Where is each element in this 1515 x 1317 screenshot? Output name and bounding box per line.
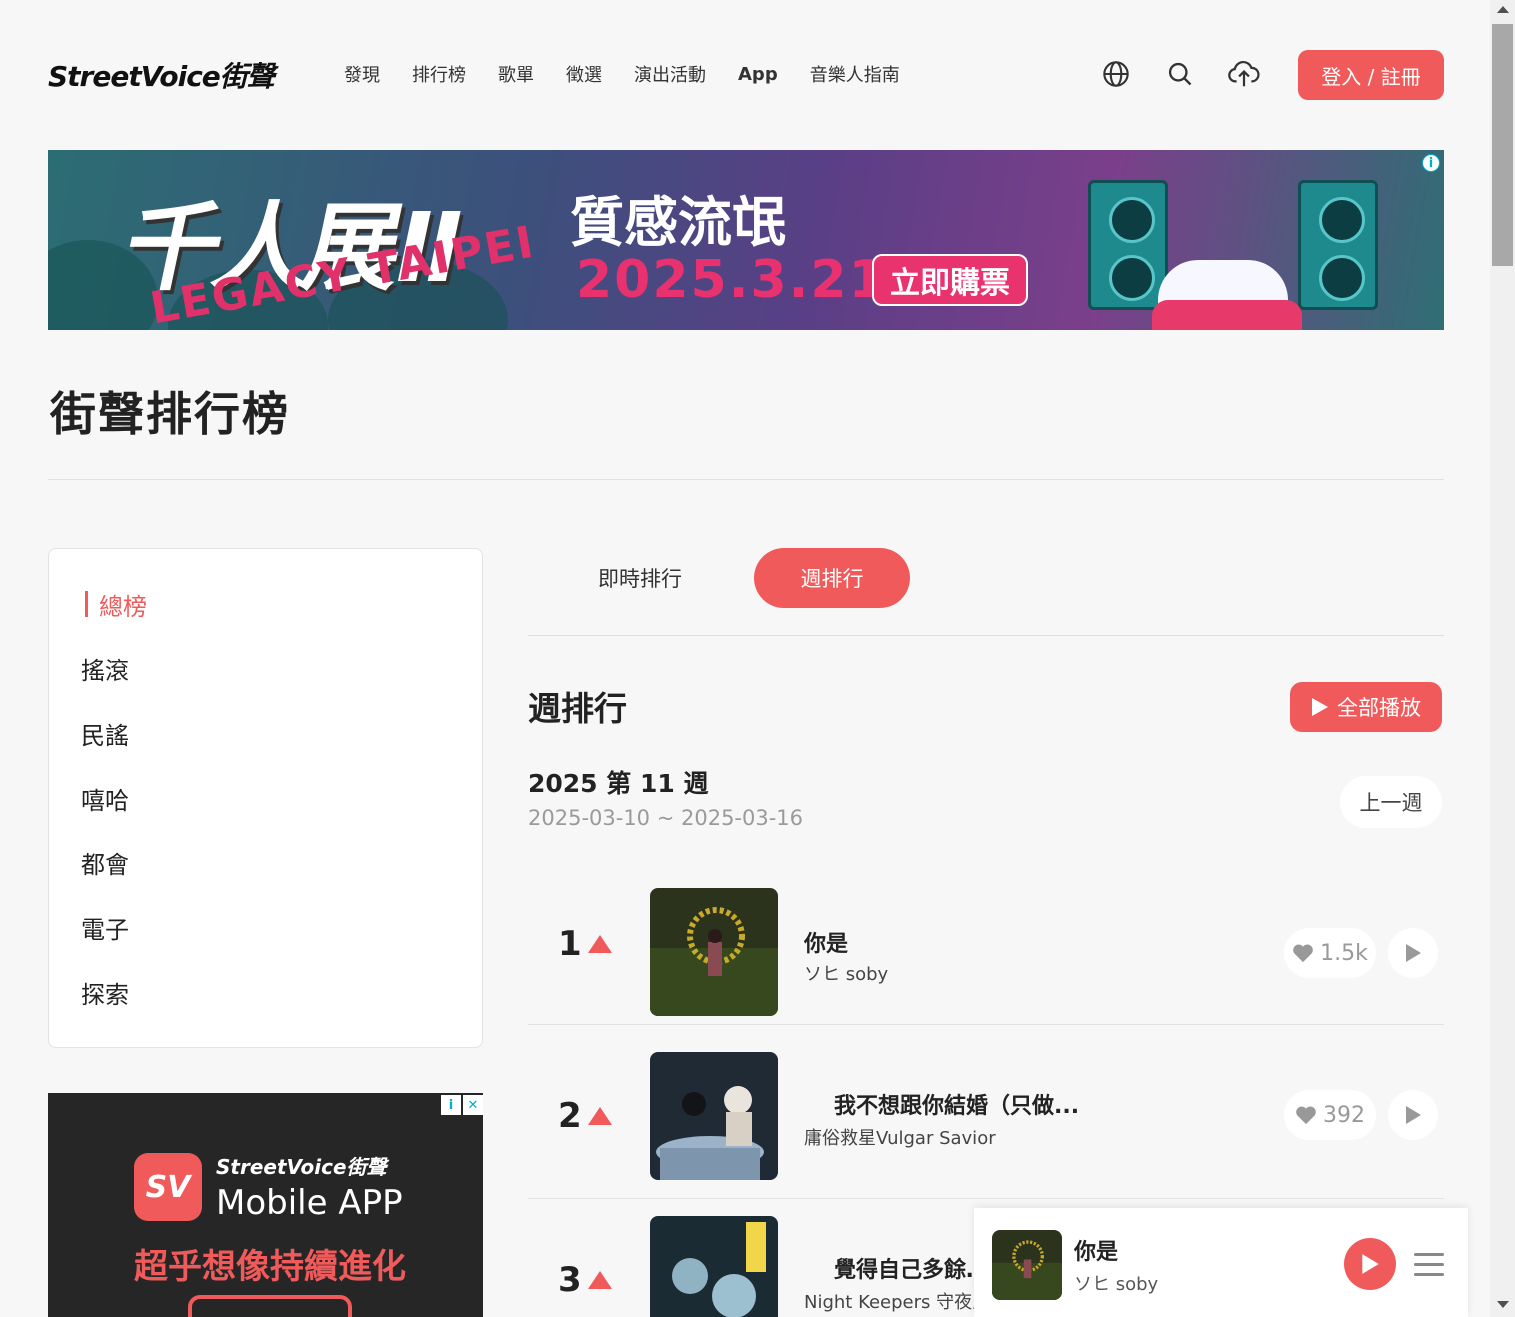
sidebar-item-urban[interactable]: 都會: [81, 841, 451, 883]
nav-app[interactable]: App: [722, 44, 794, 104]
nav-charts[interactable]: 排行榜: [396, 44, 482, 104]
rank-up-icon: [587, 1107, 612, 1125]
ad-info-icon[interactable]: i: [1422, 154, 1440, 172]
like-button[interactable]: 1.5k: [1284, 928, 1376, 978]
play-all-button[interactable]: 全部播放: [1290, 682, 1442, 732]
like-count: 1.5k: [1320, 940, 1368, 966]
rank-up-icon: [587, 935, 612, 953]
scroll-up-arrow[interactable]: [1497, 6, 1509, 13]
search-icon: [1168, 62, 1192, 86]
tab-live-ranking[interactable]: 即時排行: [550, 548, 730, 608]
album-cover[interactable]: [650, 1216, 778, 1317]
divider: [528, 1024, 1444, 1025]
cloud-upload-icon: [1228, 60, 1260, 87]
heart-icon: [1296, 1106, 1316, 1125]
nav-events[interactable]: 演出活動: [618, 44, 722, 104]
upload-button[interactable]: [1214, 46, 1274, 102]
rank-up-icon: [587, 1271, 612, 1289]
rank-number: 2: [558, 1096, 612, 1136]
ad-close-icon[interactable]: ✕: [463, 1095, 483, 1115]
chart-row: 2 我不想跟你結婚（只做... 庸俗救星Vulgar Savior 392: [528, 1036, 1444, 1199]
login-register-button[interactable]: 登入 / 註冊: [1298, 50, 1444, 100]
album-cover[interactable]: [650, 1052, 778, 1180]
nav-auditions[interactable]: 徵選: [550, 44, 618, 104]
song-title[interactable]: 我不想跟你結婚（只做...: [834, 1088, 1114, 1120]
ad-brand: StreetVoice街聲: [216, 1155, 387, 1179]
like-button[interactable]: 392: [1284, 1090, 1376, 1140]
main-nav: 發現 排行榜 歌單 徵選 演出活動 App 音樂人指南: [328, 44, 916, 104]
section-title: 週排行: [528, 689, 627, 728]
ad-product: Mobile APP: [216, 1183, 403, 1223]
song-artist[interactable]: 庸俗救星Vulgar Savior: [804, 1124, 1004, 1150]
app-promo-ad[interactable]: i ✕ SV StreetVoice街聲 Mobile APP 超乎想像持續進化: [48, 1093, 483, 1317]
play-icon: [1362, 1254, 1379, 1274]
menu-icon: [1414, 1262, 1444, 1266]
phone-frame-graphic: [188, 1295, 352, 1317]
week-label: 2025 第 11 週: [528, 769, 709, 798]
chart-row: 1 你是 ソヒ soby 1.5k: [528, 862, 1444, 1025]
language-button[interactable]: [1086, 46, 1146, 102]
sidebar-item-explore[interactable]: 探索: [81, 971, 451, 1013]
banner-date: 2025.3.21五: [576, 250, 915, 310]
song-title[interactable]: 你是: [804, 926, 874, 958]
page-title: 街聲排行榜: [50, 387, 290, 441]
stage-illustration: [1152, 300, 1302, 330]
streetvoice-logo[interactable]: StreetVoice街聲: [48, 58, 298, 93]
playlist-menu-button[interactable]: [1414, 1244, 1444, 1284]
ad-controls: i ✕: [441, 1095, 483, 1115]
scroll-down-arrow[interactable]: [1497, 1301, 1509, 1308]
player-play-button[interactable]: [1344, 1238, 1396, 1290]
sidebar-item-folk[interactable]: 民謠: [81, 712, 451, 754]
player-song-title[interactable]: 你是: [1074, 1234, 1118, 1266]
ad-info-icon[interactable]: i: [441, 1095, 461, 1115]
ad-tagline: 超乎想像持續進化: [134, 1247, 406, 1287]
week-date-range: 2025-03-10 ~ 2025-03-16: [528, 806, 804, 830]
play-song-button[interactable]: [1388, 928, 1438, 978]
divider: [48, 479, 1444, 480]
play-icon: [1312, 698, 1328, 716]
player-album-cover[interactable]: [992, 1230, 1062, 1300]
banner-buy-button[interactable]: 立即購票: [872, 254, 1028, 306]
album-cover[interactable]: [650, 888, 778, 1016]
nav-artist-guide[interactable]: 音樂人指南: [794, 44, 916, 104]
play-song-button[interactable]: [1388, 1090, 1438, 1140]
speaker-illustration: [1088, 180, 1168, 310]
banner-slogan: 質感流氓: [570, 191, 786, 254]
scrollbar-thumb[interactable]: [1492, 24, 1513, 266]
play-icon: [1406, 944, 1421, 962]
globe-icon: [1103, 61, 1129, 87]
search-button[interactable]: [1150, 46, 1210, 102]
menu-icon: [1414, 1252, 1444, 1256]
rank-number: 1: [558, 924, 612, 964]
song-artist[interactable]: ソヒ soby: [804, 960, 894, 986]
genre-sidebar: 總榜 搖滾 民謠 嘻哈 都會 電子 探索: [48, 548, 483, 1048]
site-header: StreetVoice街聲 發現 排行榜 歌單 徵選 演出活動 App 音樂人指…: [0, 0, 1490, 130]
sidebar-item-hiphop[interactable]: 嘻哈: [81, 777, 451, 819]
player-artist[interactable]: ソヒ soby: [1074, 1270, 1158, 1296]
nav-discover[interactable]: 發現: [328, 44, 396, 104]
menu-icon: [1414, 1272, 1444, 1276]
sv-app-icon: SV: [134, 1153, 202, 1221]
sidebar-item-electronic[interactable]: 電子: [81, 906, 451, 948]
song-artist[interactable]: Night Keepers 守夜人: [804, 1288, 978, 1314]
banner-ad[interactable]: 千人展II LEGACY TAIPEI 質感流氓 2025.3.21五 立即購票…: [48, 150, 1444, 330]
nav-playlists[interactable]: 歌單: [482, 44, 550, 104]
speaker-illustration: [1298, 180, 1378, 310]
sidebar-item-all[interactable]: 總榜: [81, 583, 451, 625]
mini-player: 你是 ソヒ soby: [974, 1208, 1468, 1317]
previous-week-button[interactable]: 上一週: [1340, 776, 1442, 828]
heart-icon: [1293, 944, 1313, 963]
divider: [528, 635, 1444, 636]
play-icon: [1406, 1106, 1421, 1124]
like-count: 392: [1323, 1102, 1365, 1128]
rank-number: 3: [558, 1260, 612, 1300]
play-all-label: 全部播放: [1337, 696, 1421, 720]
sidebar-item-rock[interactable]: 搖滾: [81, 647, 451, 689]
tab-weekly-ranking[interactable]: 週排行: [754, 548, 910, 608]
divider: [528, 1198, 1444, 1199]
